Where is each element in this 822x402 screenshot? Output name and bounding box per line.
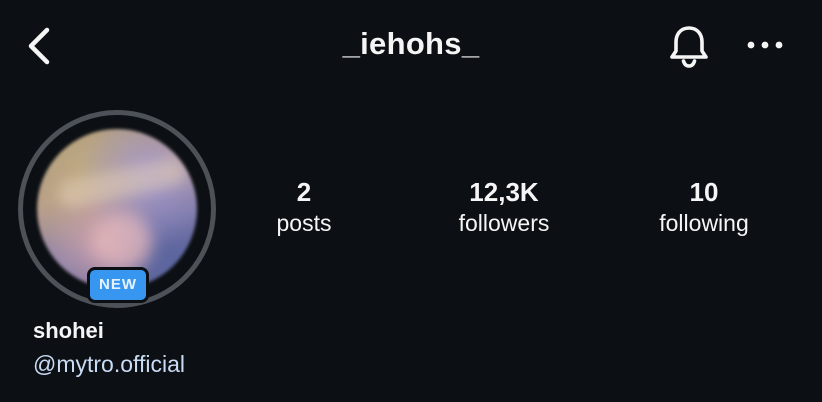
threads-handle-link[interactable]: @mytro.official xyxy=(33,351,185,378)
avatar-hair-blur xyxy=(55,155,189,211)
following-count: 10 xyxy=(689,177,719,207)
profile-screen: _iehohs_ NEW 2 posts 12,3K followers 10 … xyxy=(0,0,822,402)
stat-followers[interactable]: 12,3K followers xyxy=(429,175,579,237)
following-label: following xyxy=(659,210,749,236)
avatar-face-blur xyxy=(92,214,152,269)
new-badge[interactable]: NEW xyxy=(87,267,149,303)
display-name: shohei xyxy=(33,318,104,343)
followers-count: 12,3K xyxy=(469,177,539,207)
more-horizontal-icon xyxy=(747,41,783,49)
followers-label: followers xyxy=(458,210,550,236)
posts-count: 2 xyxy=(296,177,312,207)
avatar[interactable] xyxy=(37,129,197,289)
bell-icon xyxy=(670,26,708,68)
more-options-button[interactable] xyxy=(742,30,788,60)
posts-label: posts xyxy=(276,210,332,236)
stat-following[interactable]: 10 following xyxy=(629,175,779,237)
notifications-button[interactable] xyxy=(664,20,714,70)
stat-posts[interactable]: 2 posts xyxy=(229,175,379,237)
